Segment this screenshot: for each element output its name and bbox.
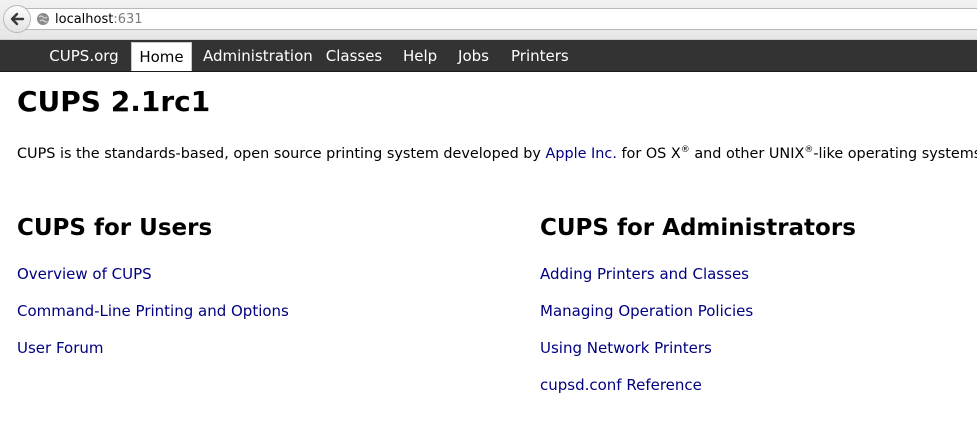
intro-text-unix: and other UNIX (689, 146, 805, 162)
nav-classes[interactable]: Classes (319, 42, 389, 71)
nav-administration[interactable]: Administration (197, 42, 313, 71)
page-title: CUPS 2.1rc1 (17, 85, 211, 118)
link-user-forum[interactable]: User Forum (17, 338, 104, 358)
nav-cups-org[interactable]: CUPS.org (41, 42, 127, 71)
browser-toolbar: localhost:631 (0, 0, 977, 40)
admin-section-heading: CUPS for Administrators (540, 215, 856, 241)
registered-mark: ® (804, 145, 814, 155)
users-section-heading: CUPS for Users (17, 215, 213, 241)
link-adding-printers[interactable]: Adding Printers and Classes (540, 264, 749, 284)
intro-paragraph: CUPS is the standards-based, open source… (17, 140, 977, 164)
link-overview-of-cups[interactable]: Overview of CUPS (17, 264, 152, 284)
back-button[interactable] (3, 5, 31, 33)
apple-link[interactable]: Apple Inc. (546, 146, 617, 162)
url-port: :631 (113, 11, 143, 27)
nav-printers[interactable]: Printers (505, 42, 571, 71)
nav-home[interactable]: Home (131, 42, 192, 71)
cups-navbar: CUPS.org Home Administration Classes Hel… (0, 40, 977, 72)
intro-text-osx: for OS X (616, 146, 681, 162)
nav-jobs[interactable]: Jobs (451, 42, 496, 71)
link-network-printers[interactable]: Using Network Printers (540, 338, 712, 358)
link-command-line-printing[interactable]: Command-Line Printing and Options (17, 301, 289, 321)
link-cupsd-conf[interactable]: cupsd.conf Reference (540, 375, 702, 395)
url-field[interactable]: localhost:631 (26, 8, 977, 30)
link-managing-policies[interactable]: Managing Operation Policies (540, 301, 753, 321)
globe-icon (36, 12, 50, 26)
intro-text: CUPS is the standards-based, open source… (17, 146, 546, 162)
back-arrow-icon (9, 11, 25, 27)
intro-text-end: -like operating systems. (813, 146, 977, 162)
nav-help[interactable]: Help (397, 42, 443, 71)
url-host: localhost (55, 11, 114, 27)
registered-mark: ® (680, 145, 690, 155)
